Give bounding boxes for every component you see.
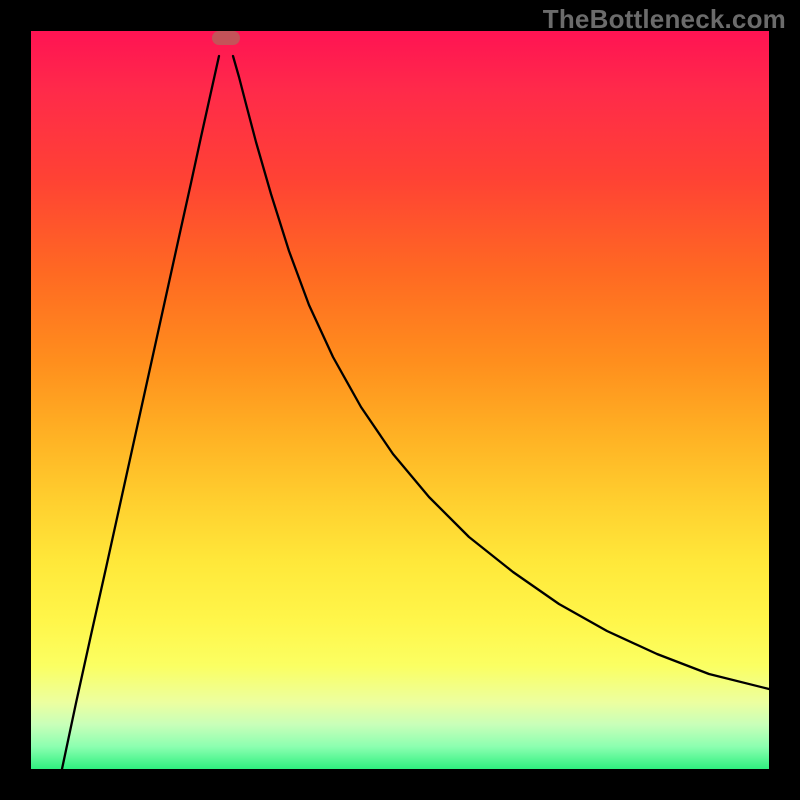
watermark-text: TheBottleneck.com <box>543 4 786 35</box>
curve-left-branch <box>62 56 219 769</box>
curve-layer <box>31 31 769 769</box>
curve-right-branch <box>233 56 769 689</box>
plot-area <box>31 31 769 769</box>
minimum-marker <box>212 31 240 45</box>
chart-frame: TheBottleneck.com <box>0 0 800 800</box>
